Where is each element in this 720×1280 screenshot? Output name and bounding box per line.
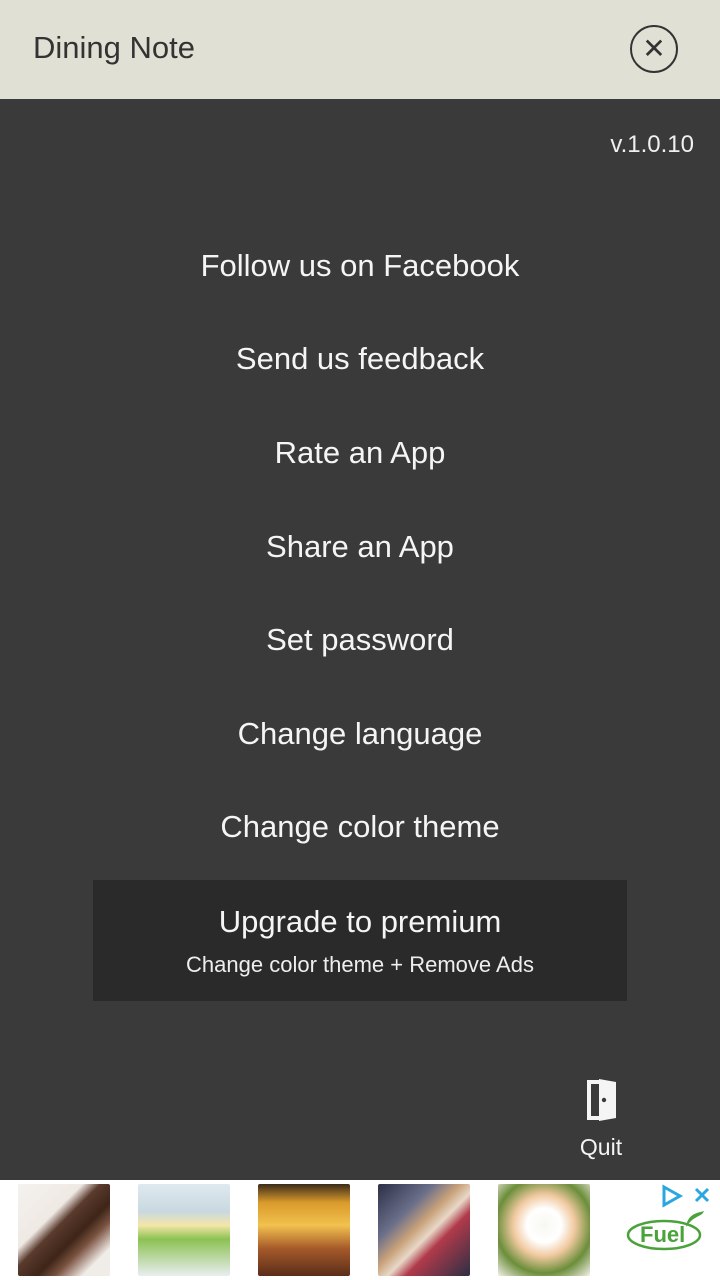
menu-item-language[interactable]: Change language <box>0 687 720 781</box>
app-header: Dining Note ✕ <box>0 0 720 99</box>
ad-banner[interactable]: Fuel <box>0 1180 720 1280</box>
app-title: Dining Note <box>33 30 195 65</box>
quit-button[interactable]: Quit <box>572 1078 630 1166</box>
premium-subtitle: Change color theme + Remove Ads <box>186 951 534 977</box>
upgrade-premium-button[interactable]: Upgrade to premium Change color theme + … <box>93 880 627 1001</box>
premium-title: Upgrade to premium <box>218 903 502 939</box>
close-button[interactable]: ✕ <box>630 25 678 73</box>
menu-item-password[interactable]: Set password <box>0 593 720 687</box>
low-fat-tub-image[interactable] <box>138 1184 230 1276</box>
fuel-logo: Fuel <box>626 1211 704 1251</box>
adchoices-icon[interactable] <box>660 1184 716 1208</box>
menu-item-color-theme[interactable]: Change color theme <box>0 781 720 875</box>
shepherds-pie-image[interactable] <box>258 1184 350 1276</box>
brownie-image[interactable] <box>18 1184 110 1276</box>
close-icon: ✕ <box>642 33 666 64</box>
door-exit-icon <box>585 1078 617 1122</box>
poached-egg-image[interactable] <box>498 1184 590 1276</box>
settings-menu: Follow us on Facebook Send us feedback R… <box>0 219 720 874</box>
svg-text:Fuel: Fuel <box>640 1222 685 1247</box>
dessert-plate-image[interactable] <box>378 1184 470 1276</box>
menu-item-rate[interactable]: Rate an App <box>0 406 720 500</box>
menu-item-share[interactable]: Share an App <box>0 500 720 594</box>
menu-item-feedback[interactable]: Send us feedback <box>0 313 720 407</box>
quit-label: Quit <box>579 1134 623 1160</box>
version-label: v.1.0.10 <box>610 131 694 158</box>
menu-item-facebook[interactable]: Follow us on Facebook <box>0 219 720 313</box>
